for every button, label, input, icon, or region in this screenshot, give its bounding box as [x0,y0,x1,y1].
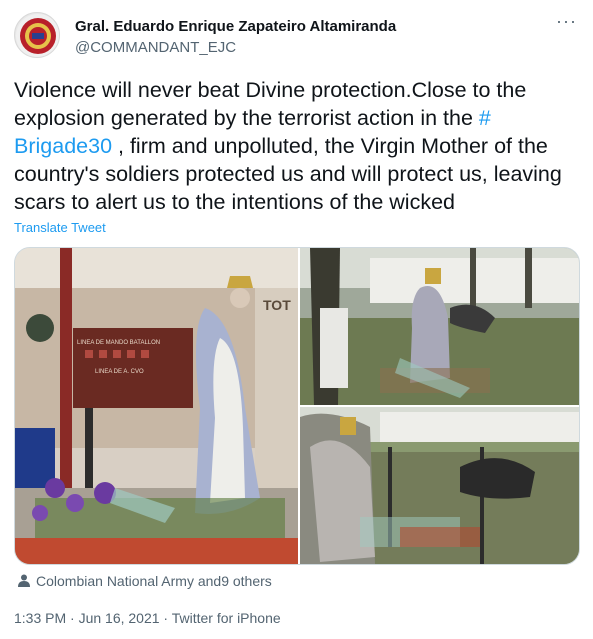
tweet-text-start: Violence will never beat Divine protecti… [14,78,527,130]
explosion-debris-photo-icon [300,407,579,564]
social-context[interactable]: Colombian National Army and9 others [18,573,272,589]
photo-statue-explosion[interactable] [300,248,579,405]
media-grid: TOT LINEA DE MANDO BATALLON LINEA DE A. … [14,247,580,565]
tweet-text: Violence will never beat Divine protecti… [14,76,582,216]
translate-tweet-link[interactable]: Translate Tweet [14,220,106,235]
avatar[interactable] [14,12,60,58]
photo-explosion-debris[interactable] [300,407,579,564]
sign-text-2: LINEA DE A. CVO [95,369,144,375]
tagged-users-label[interactable]: Colombian National Army and9 others [36,573,272,589]
photo-statue[interactable]: TOT LINEA DE MANDO BATALLON LINEA DE A. … [15,248,298,564]
author-name[interactable]: Gral. Eduardo Enrique Zapateiro Altamira… [75,18,396,35]
statue-explosion-photo-icon [300,248,579,405]
tweet-header: Gral. Eduardo Enrique Zapateiro Altamira… [14,12,579,60]
wall-text: TOT [263,297,291,313]
author-handle[interactable]: @COMMANDANT_EJC [75,39,236,56]
sign-text: LINEA DE MANDO BATALLON [77,340,160,346]
statue-photo-icon: TOT LINEA DE MANDO BATALLON LINEA DE A. … [15,248,298,564]
tweet-timestamp[interactable]: 1:33 PM · Jun 16, 2021 · Twitter for iPh… [14,610,281,626]
army-emblem-icon [16,14,59,57]
person-icon [18,574,30,587]
more-options-icon[interactable]: ··· [556,12,577,30]
